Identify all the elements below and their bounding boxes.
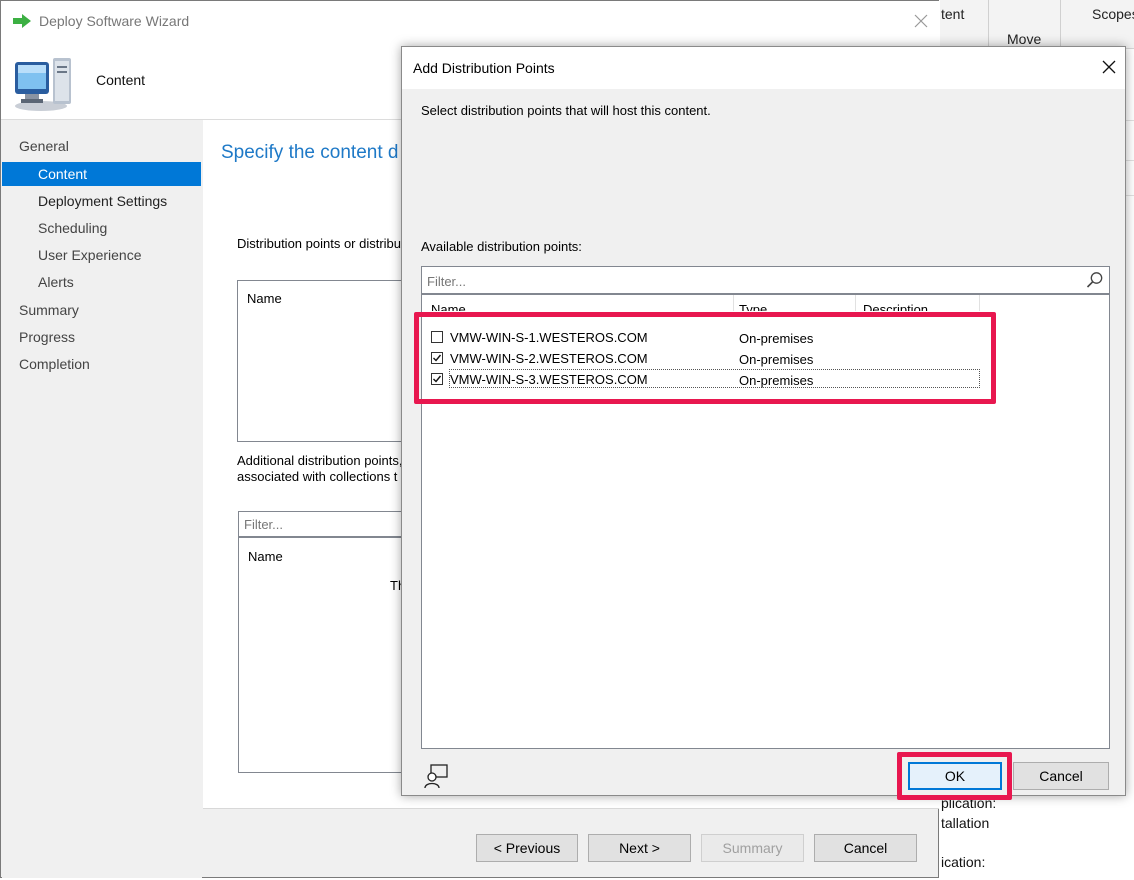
nav-item-content[interactable]: Content (2, 162, 201, 186)
add-distribution-points-dialog: Add Distribution Points Select distribut… (401, 46, 1126, 800)
wizard-titlebar: Deploy Software Wizard (1, 1, 940, 41)
collections-column-name[interactable]: Name (248, 549, 283, 564)
ok-highlight-box (897, 752, 1012, 800)
search-icon[interactable] (1086, 271, 1104, 289)
filter-placeholder: Filter... (244, 517, 284, 532)
nav-item-user-experience[interactable]: User Experience (2, 243, 201, 267)
nav-item-progress[interactable]: Progress (2, 325, 201, 349)
next-button[interactable]: Next > (588, 834, 691, 862)
ribbon-separator (1060, 0, 1061, 48)
computer-icon (15, 58, 71, 111)
additional-text: associated with collections t (237, 469, 398, 484)
green-arrow-icon (13, 14, 31, 28)
column-divider (855, 295, 856, 311)
nav-item-scheduling[interactable]: Scheduling (2, 216, 201, 240)
dialog-title: Add Distribution Points (413, 60, 555, 76)
wizard-nav: General Content Deployment Settings Sche… (2, 120, 202, 878)
additional-text: Additional distribution points, (237, 453, 403, 468)
column-header-type[interactable]: Type (739, 302, 767, 311)
previous-button[interactable]: < Previous (476, 834, 578, 862)
wizard-close-icon[interactable] (914, 14, 928, 28)
dp-list[interactable]: Name (237, 280, 417, 442)
summary-button[interactable]: Summary (701, 834, 804, 862)
collections-list[interactable]: Name Th (238, 537, 418, 773)
dialog-titlebar: Add Distribution Points (402, 47, 1125, 89)
ribbon-set-security-scopes-button[interactable]: Scopes (1092, 6, 1134, 22)
ribbon-move-group-label: Move (1007, 31, 1042, 47)
page-heading: Specify the content d (221, 142, 399, 163)
wizard-title: Deploy Software Wizard (39, 13, 190, 29)
wizard-header-title: Content (96, 72, 146, 88)
dp-list-column-name[interactable]: Name (247, 291, 282, 306)
nav-item-deployment-settings[interactable]: Deployment Settings (2, 189, 201, 213)
ribbon-separator (988, 0, 989, 48)
dp-filter-input[interactable]: Filter... (421, 266, 1110, 294)
highlight-box (414, 312, 996, 404)
column-divider (733, 295, 734, 311)
feedback-icon[interactable] (423, 762, 451, 790)
bg-detail-text: ication: (941, 854, 986, 870)
nav-item-completion[interactable]: Completion (2, 352, 201, 376)
wizard-cancel-button[interactable]: Cancel (814, 834, 917, 862)
footer-divider (203, 808, 939, 809)
nav-item-summary[interactable]: Summary (2, 298, 201, 322)
nav-item-general[interactable]: General (2, 134, 201, 158)
dialog-close-icon[interactable] (1102, 60, 1116, 74)
dp-label: Distribution points or distribut (237, 236, 405, 251)
nav-item-alerts[interactable]: Alerts (2, 270, 201, 294)
dp-list-header: Name Type Description (422, 295, 1109, 311)
available-label: Available distribution points: (421, 239, 582, 254)
filter-input[interactable]: Filter... (238, 511, 418, 537)
column-divider (979, 295, 980, 311)
dp-filter-placeholder: Filter... (427, 274, 467, 289)
dialog-cancel-button[interactable]: Cancel (1013, 762, 1109, 790)
ribbon-distribute-content-button[interactable]: tent (941, 6, 964, 22)
bg-detail-text: tallation (941, 815, 990, 831)
dialog-instruction: Select distribution points that will hos… (421, 103, 711, 118)
column-header-description[interactable]: Description (863, 302, 928, 311)
column-header-name[interactable]: Name (431, 302, 466, 311)
